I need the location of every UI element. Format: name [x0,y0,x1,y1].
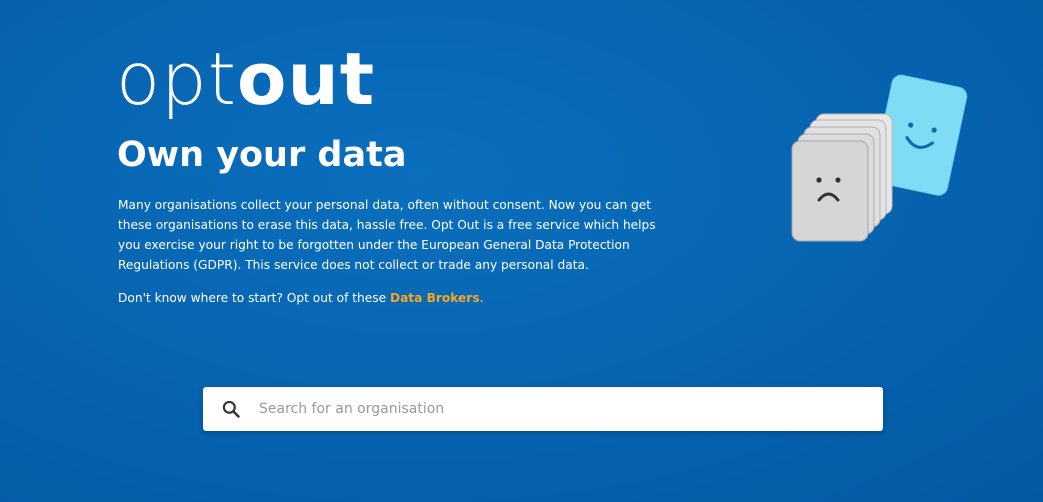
logo-bold-text: out [236,37,376,121]
cta-prefix: Don't know where to start? Opt out of th… [118,291,390,305]
search-bar[interactable] [203,387,883,431]
hero-illustration [786,72,968,244]
data-brokers-link[interactable]: Data Brokers [390,291,480,305]
search-input[interactable] [259,389,883,429]
intro-paragraph: Many organisations collect your personal… [118,198,656,272]
page-title: Own your data [117,135,407,175]
logo-light-text: opt [116,37,237,121]
cta-suffix: . [479,291,484,305]
sad-face-card-stack-icon [791,113,893,242]
search-icon[interactable] [203,387,259,431]
card-stack-illustration [791,74,968,242]
cta-paragraph: Don't know where to start? Opt out of th… [118,288,483,308]
optout-logo[interactable]: optout [116,34,375,124]
